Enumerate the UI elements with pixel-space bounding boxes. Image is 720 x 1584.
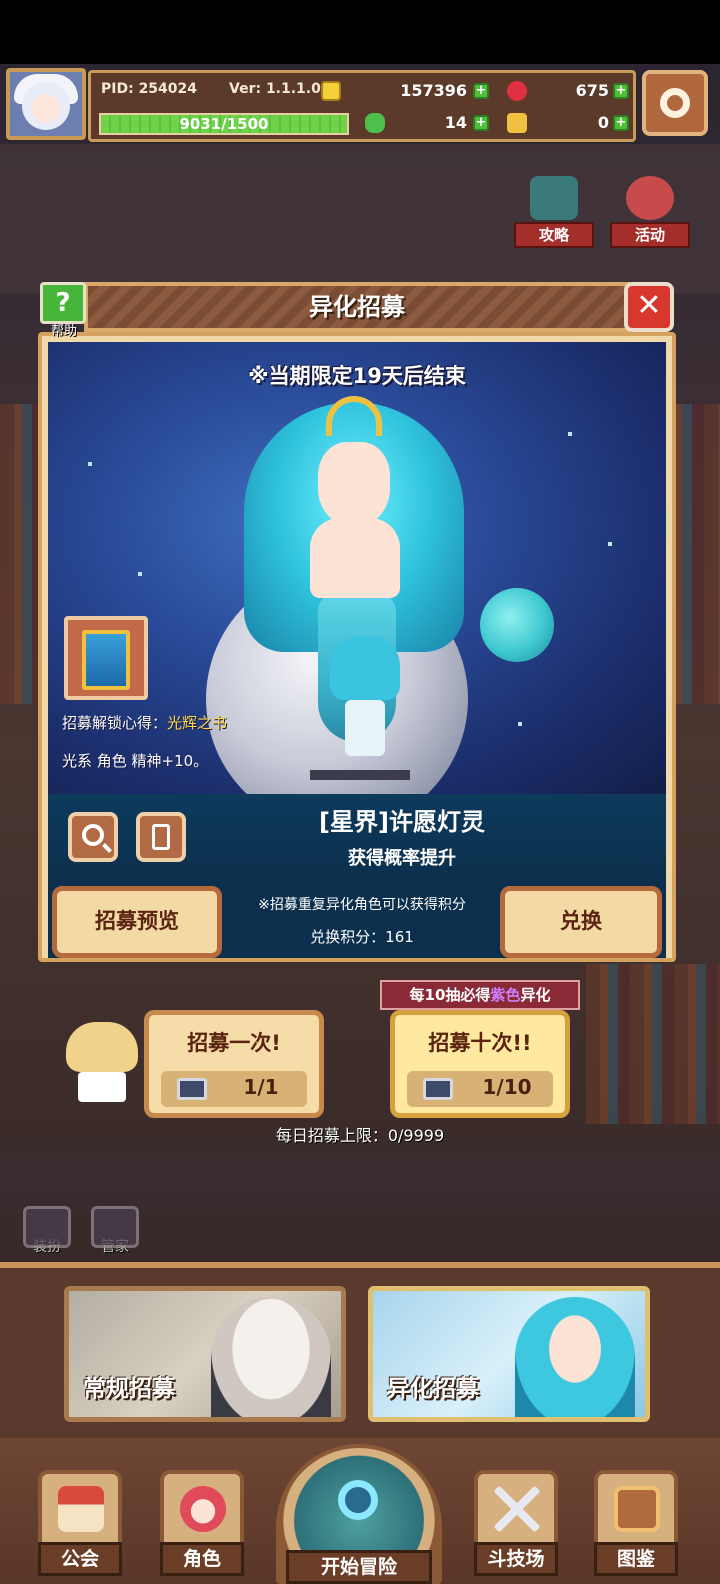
close-icon: ✕ [636,288,662,323]
strategy-label: 攻略 [514,222,594,248]
daily-recruit-limit: 每日招募上限：0/9999 [275,1126,445,1145]
dialog-title-bar: 异化招募 [84,282,630,332]
special-recruit-portrait [515,1297,635,1417]
add-key-icon[interactable]: + [613,115,629,131]
special-recruit-dialog: ※当期限定19天后结束 招募解锁心得：光辉之书 光系 角色 精神+10。 [星界… [36,282,678,968]
recruit-once-cost-value: 1/1 [243,1075,279,1099]
book-icon [82,630,130,690]
strategy-button[interactable]: 攻略 [514,176,594,248]
duplicate-points-note: ※招募重复异化角色可以获得积分 [258,897,466,913]
recruit-ten-cost: 1/10 [407,1071,553,1107]
exp-label: 9031/1500 [179,115,269,133]
magnifier-compass-icon [338,1480,378,1520]
crossed-swords-icon [494,1486,540,1532]
question-mark-icon: ? [40,282,86,324]
version-label: Ver: 1.1.1.0 [229,81,321,97]
gold-amount: 157396 [400,81,467,100]
teal-planet [480,588,554,662]
tab-normal-label: 常规招募 [83,1376,175,1402]
add-gem-icon[interactable]: + [613,83,629,99]
exp-bar: 9031/1500 [99,113,349,135]
rate-up-label: 获得概率提升 [348,848,456,869]
bottom-navigation: 公会 角色 开始冒险 斗技场 图鉴 [0,1438,720,1584]
unlock-reward-text: 招募解锁心得：光辉之书 [62,712,227,733]
dialog-body: ※当期限定19天后结束 招募解锁心得：光辉之书 光系 角色 精神+10。 [星界… [38,332,676,962]
nav-arena[interactable]: 斗技场 [474,1470,558,1576]
player-avatar[interactable] [6,68,86,140]
guarantee-banner: 每10抽必得紫色异化 [380,980,580,1010]
resource-panel: PID: 254024 Ver: 1.1.1.0 157396 + 675 + … [88,70,636,142]
character-portrait [318,442,390,526]
nav-codex[interactable]: 图鉴 [594,1470,678,1576]
start-adventure-button[interactable]: 开始冒险 [276,1444,442,1584]
tab-special-label: 异化招募 [387,1376,479,1402]
clover-amount: 14 [444,113,467,132]
events-label: 活动 [610,222,690,248]
player-id: PID: 254024 [101,81,198,97]
guarantee-rarity: 紫色 [490,986,521,1004]
recruit-tabs-panel: 常规招募 异化招募 [0,1262,720,1438]
help-label: 帮助 [50,324,77,339]
guild-building-icon [58,1486,104,1532]
nav-guild-label: 公会 [38,1542,122,1576]
featured-character-name: [星界]许愿灯灵 [319,808,485,836]
recruit-once-label: 招募一次! [187,1031,281,1055]
dialog-title: 异化招募 [309,293,405,321]
tab-normal-recruit[interactable]: 常规招募 [64,1286,346,1422]
butler-icon [91,1206,139,1248]
codex-book-icon [614,1486,660,1532]
dressup-button[interactable]: 装扮 [18,1206,76,1262]
add-clover-icon[interactable]: + [473,115,489,131]
key-amount: 0 [597,113,609,132]
exchange-button[interactable]: 兑换 [500,886,662,958]
events-button[interactable]: 活动 [610,176,690,248]
gold-coin-icon [321,81,341,101]
ticket-icon [423,1078,453,1100]
character-info-band: [星界]许愿灯灵 获得概率提升 [48,794,666,886]
dialog-footer: 招募预览 ※招募重复异化角色可以获得积分 兑换积分：161 兑换 [48,886,666,958]
unlock-effect-text: 光系 角色 精神+10。 [62,752,209,770]
nav-codex-label: 图鉴 [594,1542,678,1576]
recruit-ten-label: 招募十次!! [428,1031,532,1055]
help-button[interactable]: ? 帮助 [40,282,88,339]
character-face-icon [180,1486,226,1532]
character-sprite [330,636,400,772]
nav-guild[interactable]: 公会 [38,1470,122,1576]
clover-icon [365,113,385,133]
status-bar [0,0,720,64]
tab-special-recruit[interactable]: 异化招募 [368,1286,650,1422]
wardrobe-icon [23,1206,71,1248]
unlock-book-name: 光辉之书 [167,714,228,732]
nav-character-label: 角色 [160,1542,244,1576]
butler-button[interactable]: 管家 [86,1206,144,1262]
recruit-preview-button[interactable]: 招募预览 [52,886,222,958]
exchange-points: 兑换积分：161 [310,928,414,946]
nav-character[interactable]: 角色 [160,1470,244,1576]
recruit-ten-cost-value: 1/10 [482,1075,532,1099]
gem-icon [507,81,527,101]
limited-time-notice: ※当期限定19天后结束 [248,364,466,388]
balloon-icon [626,176,674,220]
ticket-icon [177,1078,207,1100]
recruit-ten-button[interactable]: 招募十次!! 1/10 [390,1010,570,1118]
top-hud: PID: 254024 Ver: 1.1.1.0 157396 + 675 + … [0,64,720,146]
chat-bubble-icon [530,176,578,220]
gem-amount: 675 [575,81,609,100]
nav-arena-label: 斗技场 [474,1542,558,1576]
chibi-npc [66,1022,138,1102]
start-adventure-label: 开始冒险 [286,1550,432,1584]
key-icon [507,113,527,133]
unlock-book-item[interactable] [64,616,148,700]
add-gold-icon[interactable]: + [473,83,489,99]
recruit-once-cost: 1/1 [161,1071,307,1107]
gear-icon [660,88,690,118]
unlock-prefix: 招募解锁心得： [62,714,168,732]
recruit-once-button[interactable]: 招募一次! 1/1 [144,1010,324,1118]
settings-button[interactable] [642,70,708,136]
close-button[interactable]: ✕ [624,282,674,332]
normal-recruit-portrait [211,1297,331,1417]
